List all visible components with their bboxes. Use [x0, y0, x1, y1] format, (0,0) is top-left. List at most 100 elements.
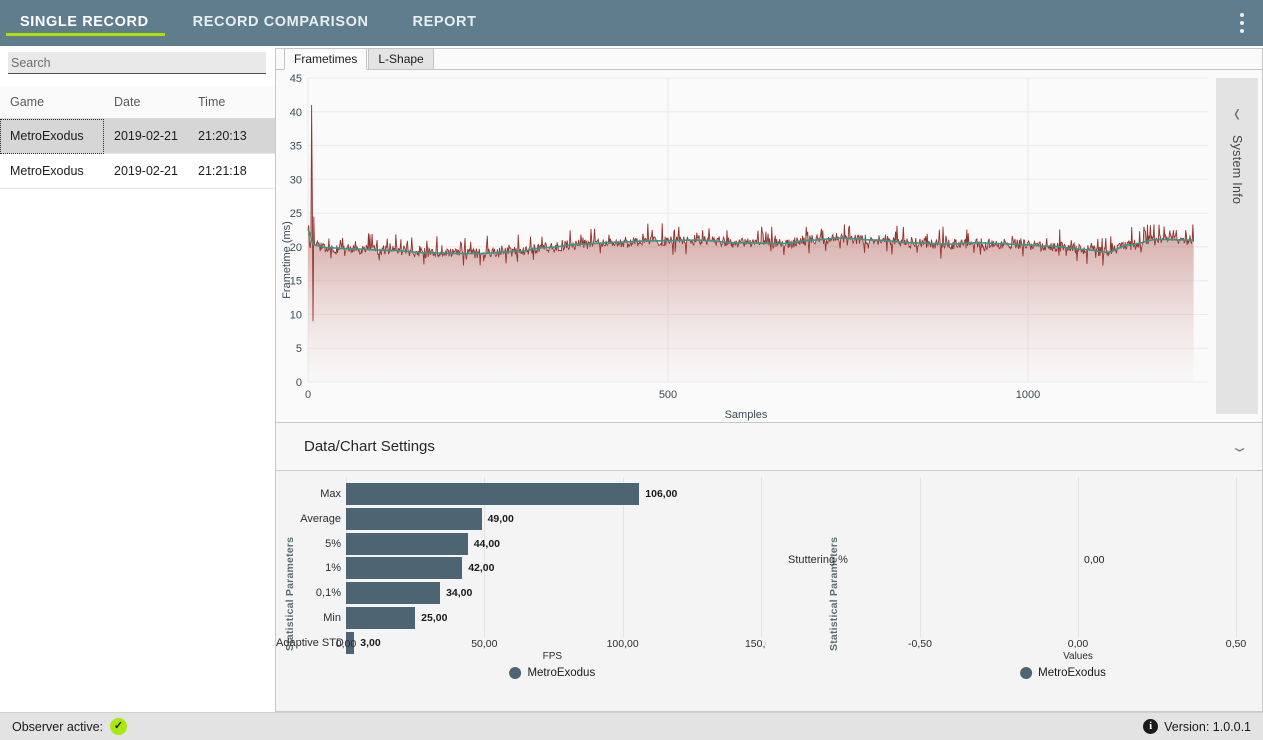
header-spacer	[499, 0, 1221, 46]
app-window: SINGLE RECORD RECORD COMPARISON REPORT S…	[0, 0, 1263, 740]
data-chart-settings-header[interactable]: Data/Chart Settings ⌄	[275, 423, 1263, 471]
bar-row[interactable]: 0,1% 34,00	[276, 582, 472, 605]
svg-text:45: 45	[290, 73, 302, 85]
data-chart-settings-title: Data/Chart Settings	[304, 438, 435, 455]
bar[interactable]	[346, 582, 441, 605]
info-icon: i	[1143, 719, 1159, 734]
kebab-dot	[1240, 21, 1244, 25]
version-status: i Version: 1.0.0.1	[1143, 719, 1251, 734]
search-input[interactable]	[8, 52, 266, 74]
check-circle-icon: ✓	[110, 718, 128, 735]
svg-text:500: 500	[659, 389, 677, 401]
bar-category-label: 5%	[325, 537, 341, 550]
svg-text:25: 25	[290, 208, 302, 220]
nav-tab-report-label: REPORT	[412, 13, 477, 30]
observer-status-label: Observer active:	[12, 719, 104, 734]
bar-value-label: 44,00	[473, 537, 500, 550]
svg-text:30: 30	[290, 174, 302, 186]
fps-chart-x-axis-title: FPS	[542, 651, 563, 662]
nav-tab-report[interactable]: REPORT	[391, 0, 499, 46]
bar-category-label: 0,1%	[315, 587, 341, 600]
stuttering-chart-legend[interactable]: MetroExodus	[1020, 667, 1106, 679]
nav-tab-record-comparison-label: RECORD COMPARISON	[192, 13, 369, 30]
bar-row[interactable]: 1% 42,00	[276, 557, 494, 580]
tab-lshape-label: L-Shape	[378, 52, 424, 66]
column-header-date[interactable]: Date	[104, 86, 188, 119]
x-tick-label: -0,50	[908, 638, 932, 650]
nav-tab-single-record[interactable]: SINGLE RECORD	[0, 0, 171, 46]
kebab-menu-icon[interactable]	[1221, 0, 1263, 46]
svg-text:0: 0	[305, 389, 311, 401]
fps-statistics-chart[interactable]: Statistical Parameters Max 106,00 Average 4…	[276, 471, 777, 711]
status-bar: Observer active: ✓ i Version: 1.0.0.1	[0, 712, 1263, 740]
svg-text:5: 5	[296, 343, 302, 355]
main-content: Frametimes L-Shape 0 5 10 15 20 25 30 35 40 45 05…	[275, 46, 1263, 712]
svg-text:10: 10	[290, 309, 302, 321]
frametime-chart-card: Frametimes L-Shape 0 5 10 15 20 25 30 35 40 45 05…	[275, 48, 1263, 423]
system-info-label: System Info	[1230, 135, 1244, 205]
search-container	[0, 46, 274, 74]
legend-color-swatch	[509, 667, 522, 679]
frametime-plot[interactable]: 0 5 10 15 20 25 30 35 40 45 0 500 1000 F…	[276, 70, 1216, 422]
nav-tab-record-comparison[interactable]: RECORD COMPARISON	[171, 0, 391, 46]
bar-row[interactable]: Min 25,00	[276, 607, 447, 629]
body-area: Game Date Time MetroExodus 2019-02-21 21…	[0, 46, 1263, 712]
bar-value-label: 25,00	[421, 612, 448, 624]
column-header-game[interactable]: Game	[0, 86, 104, 119]
gridline	[1236, 477, 1237, 637]
chart-body: 0 5 10 15 20 25 30 35 40 45 0 500 1000 F…	[276, 70, 1262, 422]
nav-tab-single-record-label: SINGLE RECORD	[20, 13, 149, 30]
chevron-down-icon[interactable]: ⌄	[1229, 438, 1249, 455]
fps-chart-legend[interactable]: MetroExodus	[509, 667, 595, 679]
bar[interactable]	[346, 483, 640, 505]
x-tick-label: 0,50	[1225, 638, 1247, 650]
table-row[interactable]: MetroExodus 2019-02-21 21:21:18	[0, 153, 275, 189]
bar-value-label: 0,00	[1084, 554, 1105, 566]
tab-frametimes-label: Frametimes	[294, 52, 358, 66]
plot-x-axis-title: Samples	[725, 409, 768, 421]
record-table: Game Date Time MetroExodus 2019-02-21 21…	[0, 86, 275, 189]
cell-game: MetroExodus	[0, 118, 104, 154]
x-tick-label: 0,00	[335, 638, 357, 650]
kebab-dot	[1240, 13, 1244, 17]
bar-row[interactable]: Adaptive STD 3,00	[276, 631, 381, 654]
bar-category-label: Max	[320, 488, 341, 500]
tab-lshape[interactable]: L-Shape	[368, 48, 434, 69]
stuttering-statistics-chart[interactable]: Statistical Parameters Stuttering % 0,00 …	[766, 471, 1262, 711]
bar-row[interactable]: Average 49,00	[276, 507, 514, 530]
system-info-panel-toggle[interactable]: ‹ System Info	[1216, 78, 1258, 414]
version-label: Version: 1.0.0.1	[1164, 719, 1251, 734]
cell-game: MetroExodus	[0, 153, 104, 189]
bar-category-label: Min	[323, 612, 341, 624]
x-tick-label: 0,00	[1067, 638, 1089, 650]
column-header-time[interactable]: Time	[188, 86, 275, 119]
bar-row[interactable]: Stuttering % 0,00	[766, 549, 1104, 571]
bar[interactable]	[346, 557, 463, 580]
cell-time: 21:21:18	[188, 153, 275, 189]
svg-text:35: 35	[290, 141, 302, 153]
svg-text:1000: 1000	[1016, 389, 1040, 401]
bar-value-label: 106,00	[645, 488, 678, 500]
gridline	[761, 477, 762, 637]
cell-date: 2019-02-21	[104, 153, 188, 189]
bar-category-label: Average	[300, 512, 341, 525]
tab-frametimes[interactable]: Frametimes	[284, 48, 368, 70]
bar-row[interactable]: 5% 44,00	[276, 532, 500, 555]
bar-value-label: 49,00	[487, 512, 514, 525]
kebab-dot	[1240, 29, 1244, 33]
bar[interactable]	[346, 507, 482, 530]
bar-row[interactable]: Max 106,00	[276, 483, 677, 505]
bar-category-label: 1%	[325, 562, 341, 575]
chevron-left-icon: ‹	[1234, 97, 1240, 128]
bar[interactable]	[346, 607, 416, 629]
chart-tabstrip: Frametimes L-Shape	[276, 48, 1262, 70]
plot-y-axis-title: Frametime (ms)	[281, 221, 293, 299]
svg-text:40: 40	[290, 107, 302, 119]
frametime-plot-svg: 051015202530354045 0 500 1000 Frametime …	[276, 70, 1216, 422]
table-row[interactable]: MetroExodus 2019-02-21 21:20:13	[0, 118, 275, 154]
record-table-header: Game Date Time	[0, 86, 275, 119]
observer-status: Observer active: ✓	[12, 718, 128, 735]
bar[interactable]	[346, 532, 468, 555]
table-header-row: Game Date Time	[0, 86, 275, 119]
statistics-charts: Statistical Parameters Max 106,00 Average 4…	[275, 471, 1263, 712]
